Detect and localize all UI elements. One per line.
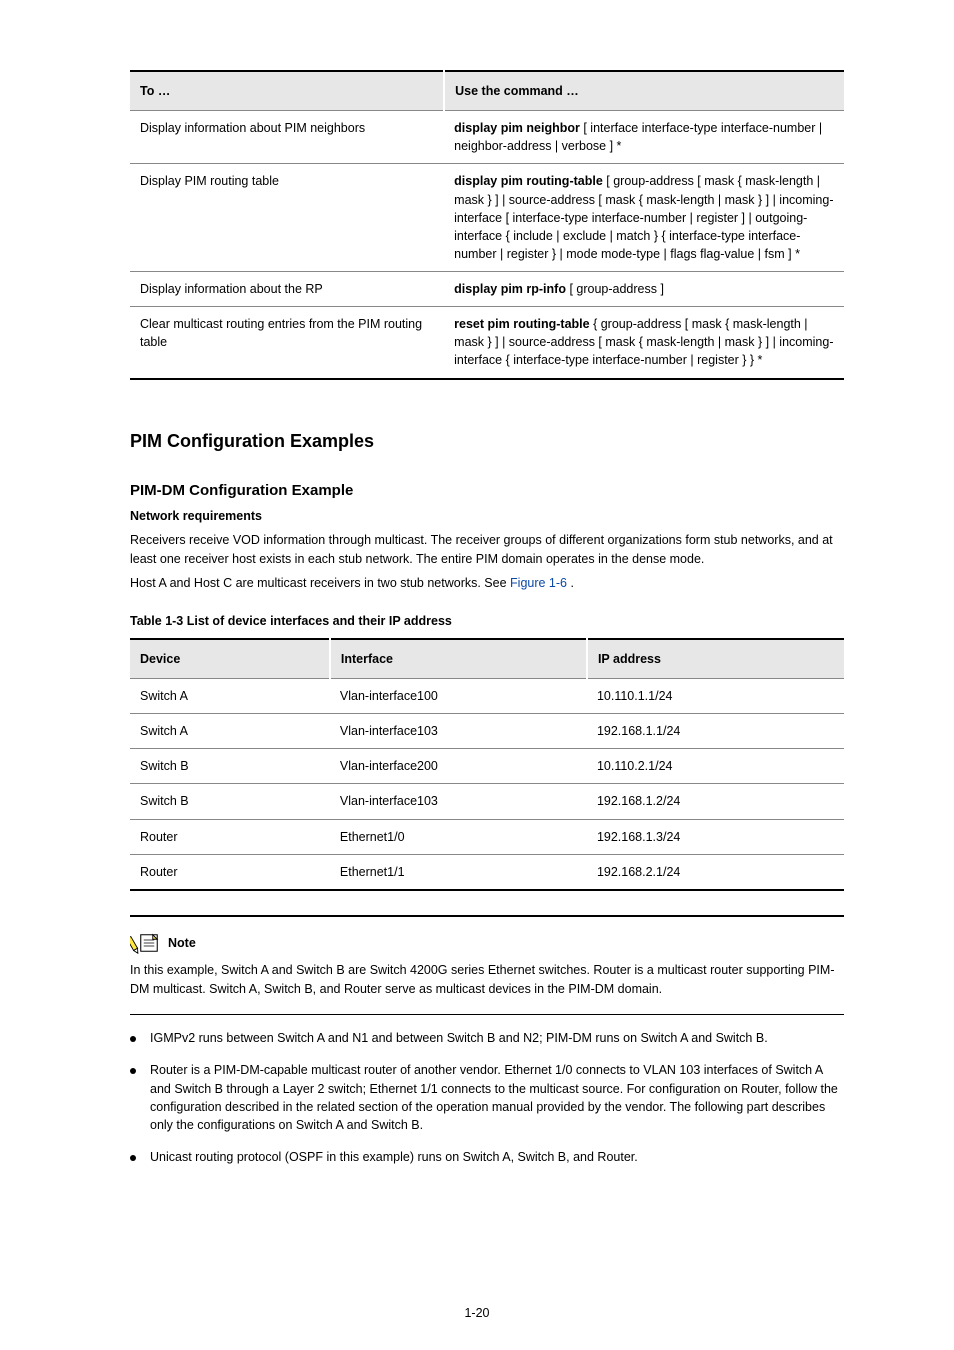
note-body: In this example, Switch A and Switch B a…: [130, 961, 844, 999]
table-row: Display information about PIM neighbors …: [130, 111, 844, 164]
note-icon: [130, 931, 162, 955]
cell-use: display pim routing-table [ group-addres…: [444, 164, 844, 272]
cell-to: Display PIM routing table: [130, 164, 444, 272]
network-req-label: Network requirements: [130, 509, 262, 523]
cmd-name: display pim rp-info: [454, 282, 566, 296]
cmd-args: [ group-address ]: [569, 282, 664, 296]
subsection-heading: PIM-DM Configuration Example: [130, 480, 844, 502]
page: To … Use the command … Display informati…: [0, 0, 954, 1350]
table-header-row: Device Interface IP address: [130, 639, 844, 679]
col-header-use: Use the command …: [444, 71, 844, 111]
bullet-text: Router is a PIM-DM-capable multicast rou…: [150, 1061, 844, 1134]
cell-dev: Switch B: [130, 784, 330, 819]
interfaces-table-title: Table 1-3 List of device interfaces and …: [130, 612, 844, 630]
cell-use: display pim neighbor [ interface interfa…: [444, 111, 844, 164]
cell-iface: Vlan-interface100: [330, 679, 587, 714]
note-head: Note: [130, 931, 844, 955]
table-row: Display PIM routing table display pim ro…: [130, 164, 844, 272]
cmd-name: display pim routing-table: [454, 174, 603, 188]
note-label: Note: [168, 934, 196, 952]
para2-pre: Host A and Host C are multicast receiver…: [130, 576, 510, 590]
col-header-device: Device: [130, 639, 330, 679]
col-header-to: To …: [130, 71, 444, 111]
cell-ip: 10.110.2.1/24: [587, 749, 844, 784]
bullet-item: Router is a PIM-DM-capable multicast rou…: [130, 1061, 844, 1134]
table-row: Display information about the RP display…: [130, 272, 844, 307]
table-row: Router Ethernet1/0 192.168.1.3/24: [130, 819, 844, 854]
network-req-para1: Receivers receive VOD information throug…: [130, 531, 844, 567]
cell-iface: Ethernet1/1: [330, 854, 587, 890]
para2-post: .: [571, 576, 574, 590]
cell-dev: Router: [130, 854, 330, 890]
page-number: 1-20: [0, 1304, 954, 1322]
cell-dev: Switch B: [130, 749, 330, 784]
cell-to: Display information about PIM neighbors: [130, 111, 444, 164]
note-block: Note In this example, Switch A and Switc…: [130, 915, 844, 1016]
bullet-icon: [130, 1036, 136, 1042]
bullet-text: Unicast routing protocol (OSPF in this e…: [150, 1148, 844, 1166]
col-header-interface: Interface: [330, 639, 587, 679]
cmd-name: reset pim routing-table: [454, 317, 589, 331]
table-row: Switch A Vlan-interface100 10.110.1.1/24: [130, 679, 844, 714]
figure-link[interactable]: Figure 1-6: [510, 576, 567, 590]
cell-iface: Vlan-interface103: [330, 784, 587, 819]
cell-iface: Vlan-interface103: [330, 714, 587, 749]
cell-dev: Router: [130, 819, 330, 854]
cell-iface: Vlan-interface200: [330, 749, 587, 784]
cell-ip: 192.168.2.1/24: [587, 854, 844, 890]
table-row: Router Ethernet1/1 192.168.2.1/24: [130, 854, 844, 890]
cell-ip: 192.168.1.2/24: [587, 784, 844, 819]
table-row: Switch B Vlan-interface200 10.110.2.1/24: [130, 749, 844, 784]
cell-to: Display information about the RP: [130, 272, 444, 307]
cell-ip: 192.168.1.3/24: [587, 819, 844, 854]
table-header-row: To … Use the command …: [130, 71, 844, 111]
cell-dev: Switch A: [130, 679, 330, 714]
section-heading: PIM Configuration Examples: [130, 428, 844, 454]
command-lookup-table: To … Use the command … Display informati…: [130, 70, 844, 380]
cell-ip: 10.110.1.1/24: [587, 679, 844, 714]
col-header-ip: IP address: [587, 639, 844, 679]
bullet-text: IGMPv2 runs between Switch A and N1 and …: [150, 1029, 844, 1047]
cell-use: reset pim routing-table { group-address …: [444, 307, 844, 379]
table-row: Switch B Vlan-interface103 192.168.1.2/2…: [130, 784, 844, 819]
cell-iface: Ethernet1/0: [330, 819, 587, 854]
interfaces-table: Device Interface IP address Switch A Vla…: [130, 638, 844, 891]
bullet-icon: [130, 1068, 136, 1074]
bullet-item: Unicast routing protocol (OSPF in this e…: [130, 1148, 844, 1166]
cell-dev: Switch A: [130, 714, 330, 749]
network-req-para2: Host A and Host C are multicast receiver…: [130, 574, 844, 592]
table-row: Clear multicast routing entries from the…: [130, 307, 844, 379]
cell-to: Clear multicast routing entries from the…: [130, 307, 444, 379]
note-rule-bottom: [130, 1014, 844, 1015]
table-row: Switch A Vlan-interface103 192.168.1.1/2…: [130, 714, 844, 749]
cell-ip: 192.168.1.1/24: [587, 714, 844, 749]
bullet-item: IGMPv2 runs between Switch A and N1 and …: [130, 1029, 844, 1047]
cmd-name: display pim neighbor: [454, 121, 580, 135]
cell-use: display pim rp-info [ group-address ]: [444, 272, 844, 307]
bullet-icon: [130, 1155, 136, 1161]
note-rule-top: [130, 915, 844, 921]
